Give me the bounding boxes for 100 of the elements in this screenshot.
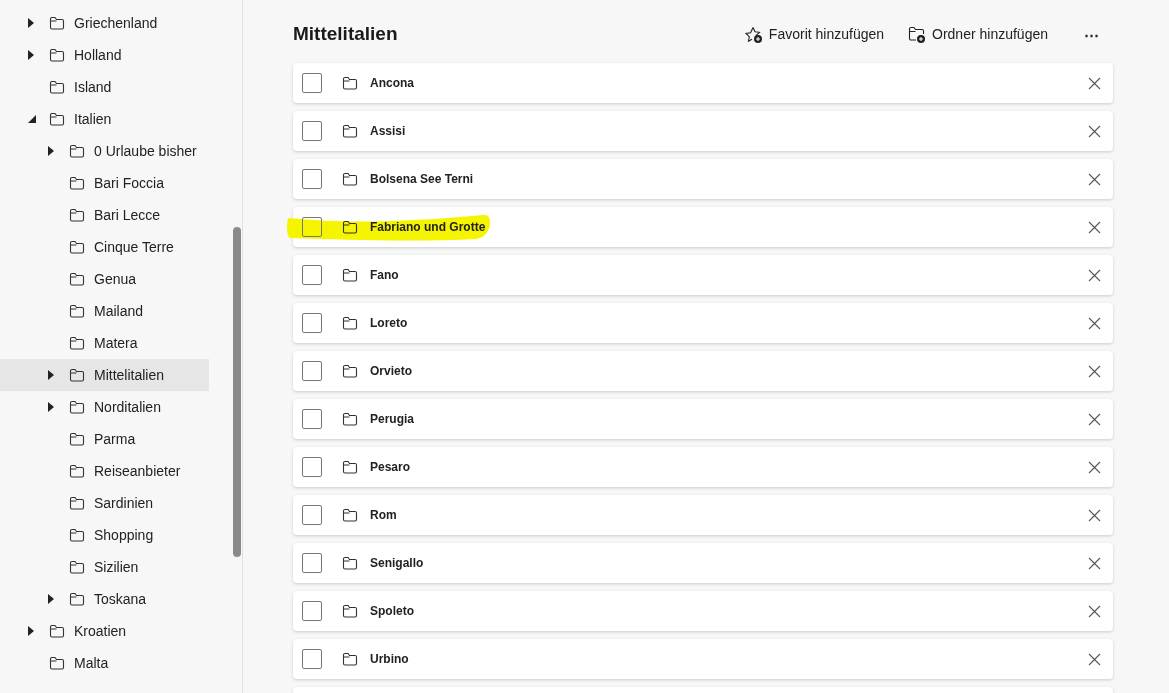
expand-arrow-icon[interactable] [28,18,34,28]
close-icon[interactable] [1088,412,1101,426]
expand-arrow-icon[interactable] [48,594,54,604]
favorite-card[interactable]: Perugia [293,399,1113,439]
folder-icon [69,176,85,190]
checkbox[interactable] [302,601,322,621]
tree-item[interactable]: Mittelitalien [0,359,209,391]
favorite-card[interactable]: Spoleto [293,591,1113,631]
folder-name: 0 Urlaube bisher [94,141,197,161]
checkbox[interactable] [302,265,322,285]
expand-arrow-icon[interactable] [48,146,54,156]
folder-name: Genua [94,269,137,289]
tree-item[interactable]: Parma [0,423,209,455]
folder-name: Pesaro [370,459,412,476]
tree-item[interactable]: Island [0,71,209,103]
expand-arrow-icon[interactable] [28,626,34,636]
tree-item[interactable]: Sizilien [0,551,209,583]
checkbox[interactable] [302,649,322,669]
close-icon[interactable] [1088,124,1101,138]
folder-name: Matera [94,333,138,353]
favorite-card[interactable]: Rom [293,495,1113,535]
checkbox[interactable] [302,169,322,189]
more-button[interactable]: ⋯ [1078,27,1105,42]
folder-icon [69,464,85,478]
favorite-card[interactable]: Ancona [293,63,1113,103]
tree-item[interactable]: Norditalien [0,391,209,423]
checkbox[interactable] [302,409,322,429]
tree-item[interactable]: Bari Lecce [0,199,209,231]
folder-icon [342,508,358,522]
checkbox[interactable] [302,457,322,477]
expand-arrow-icon[interactable] [28,50,34,60]
checkbox[interactable] [302,361,322,381]
folder-icon [342,364,358,378]
scrollbar[interactable] [233,227,241,557]
checkbox[interactable] [302,217,322,237]
close-icon[interactable] [1088,460,1101,474]
close-icon[interactable] [1088,316,1101,330]
folder-name: Parma [94,429,136,449]
folder-name: Cinque Terre [94,237,174,257]
star-add-icon [744,25,763,44]
favorite-card[interactable]: Assisi [293,111,1113,151]
close-icon[interactable] [1088,268,1101,282]
folder-name: Italien [74,109,112,129]
collapse-arrow-icon[interactable] [28,115,36,123]
close-icon[interactable] [1088,604,1101,618]
favorite-card[interactable]: Bolsena See Terni [293,159,1113,199]
favorite-card[interactable]: Senigallo [293,543,1113,583]
close-icon[interactable] [1088,172,1101,186]
close-icon[interactable] [1088,364,1101,378]
favorite-card[interactable]: Loreto [293,303,1113,343]
tree-item[interactable]: Griechenland [0,7,209,39]
folder-name: Assisi [370,123,407,140]
checkbox[interactable] [302,121,322,141]
folder-icon [342,604,358,618]
tree-item[interactable]: Toskana [0,583,209,615]
expand-arrow-icon[interactable] [48,402,54,412]
tree-item[interactable]: Genua [0,263,209,295]
expand-arrow-icon[interactable] [48,370,54,380]
checkbox[interactable] [302,553,322,573]
checkbox[interactable] [302,505,322,525]
folder-name: Mailand [94,301,144,321]
tree-item[interactable]: Bari Foccia [0,167,209,199]
tree-item[interactable]: Mailand [0,295,209,327]
tree-item[interactable]: Italien [0,103,209,135]
close-icon[interactable] [1088,220,1101,234]
add-favorite-button[interactable]: Favorit hinzufügen [740,20,889,49]
close-icon[interactable] [1088,508,1101,522]
folder-name: Senigallo [370,555,425,572]
tree-item[interactable]: Malta [0,647,209,679]
folder-name: Fano [370,267,400,284]
folder-icon [69,144,85,158]
folder-name: Loreto [370,315,409,332]
tree-item[interactable]: Matera [0,327,209,359]
favorite-card[interactable]: Orvieto [293,351,1113,391]
tree-item[interactable]: Cinque Terre [0,231,209,263]
close-icon[interactable] [1088,556,1101,570]
tree-item[interactable]: Sardinien [0,487,209,519]
add-folder-button[interactable]: Ordner hinzufügen [904,20,1052,49]
close-icon[interactable] [1088,652,1101,666]
folder-name: Griechenland [74,13,158,33]
tree-item[interactable]: Reiseanbieter [0,455,209,487]
tree-item[interactable]: Holland [0,39,209,71]
favorite-card[interactable]: Urbino [293,639,1113,679]
folder-name: Shopping [94,525,154,545]
page-title: Mittelitalien [293,22,399,47]
folder-name: Ancona [370,75,415,92]
folder-icon [69,240,85,254]
folder-name: Perugia [370,411,415,428]
tree-item[interactable]: Kroatien [0,615,209,647]
folder-icon [342,76,358,90]
favorite-card[interactable]: Pesaro [293,447,1113,487]
tree-item[interactable]: Shopping [0,519,209,551]
close-icon[interactable] [1088,76,1101,90]
folder-icon [342,412,358,426]
folder-icon [69,336,85,350]
checkbox[interactable] [302,73,322,93]
tree-item[interactable]: 0 Urlaube bisher [0,135,209,167]
favorite-card[interactable]: Fano [293,255,1113,295]
folder-name: Bari Foccia [94,173,165,193]
checkbox[interactable] [302,313,322,333]
